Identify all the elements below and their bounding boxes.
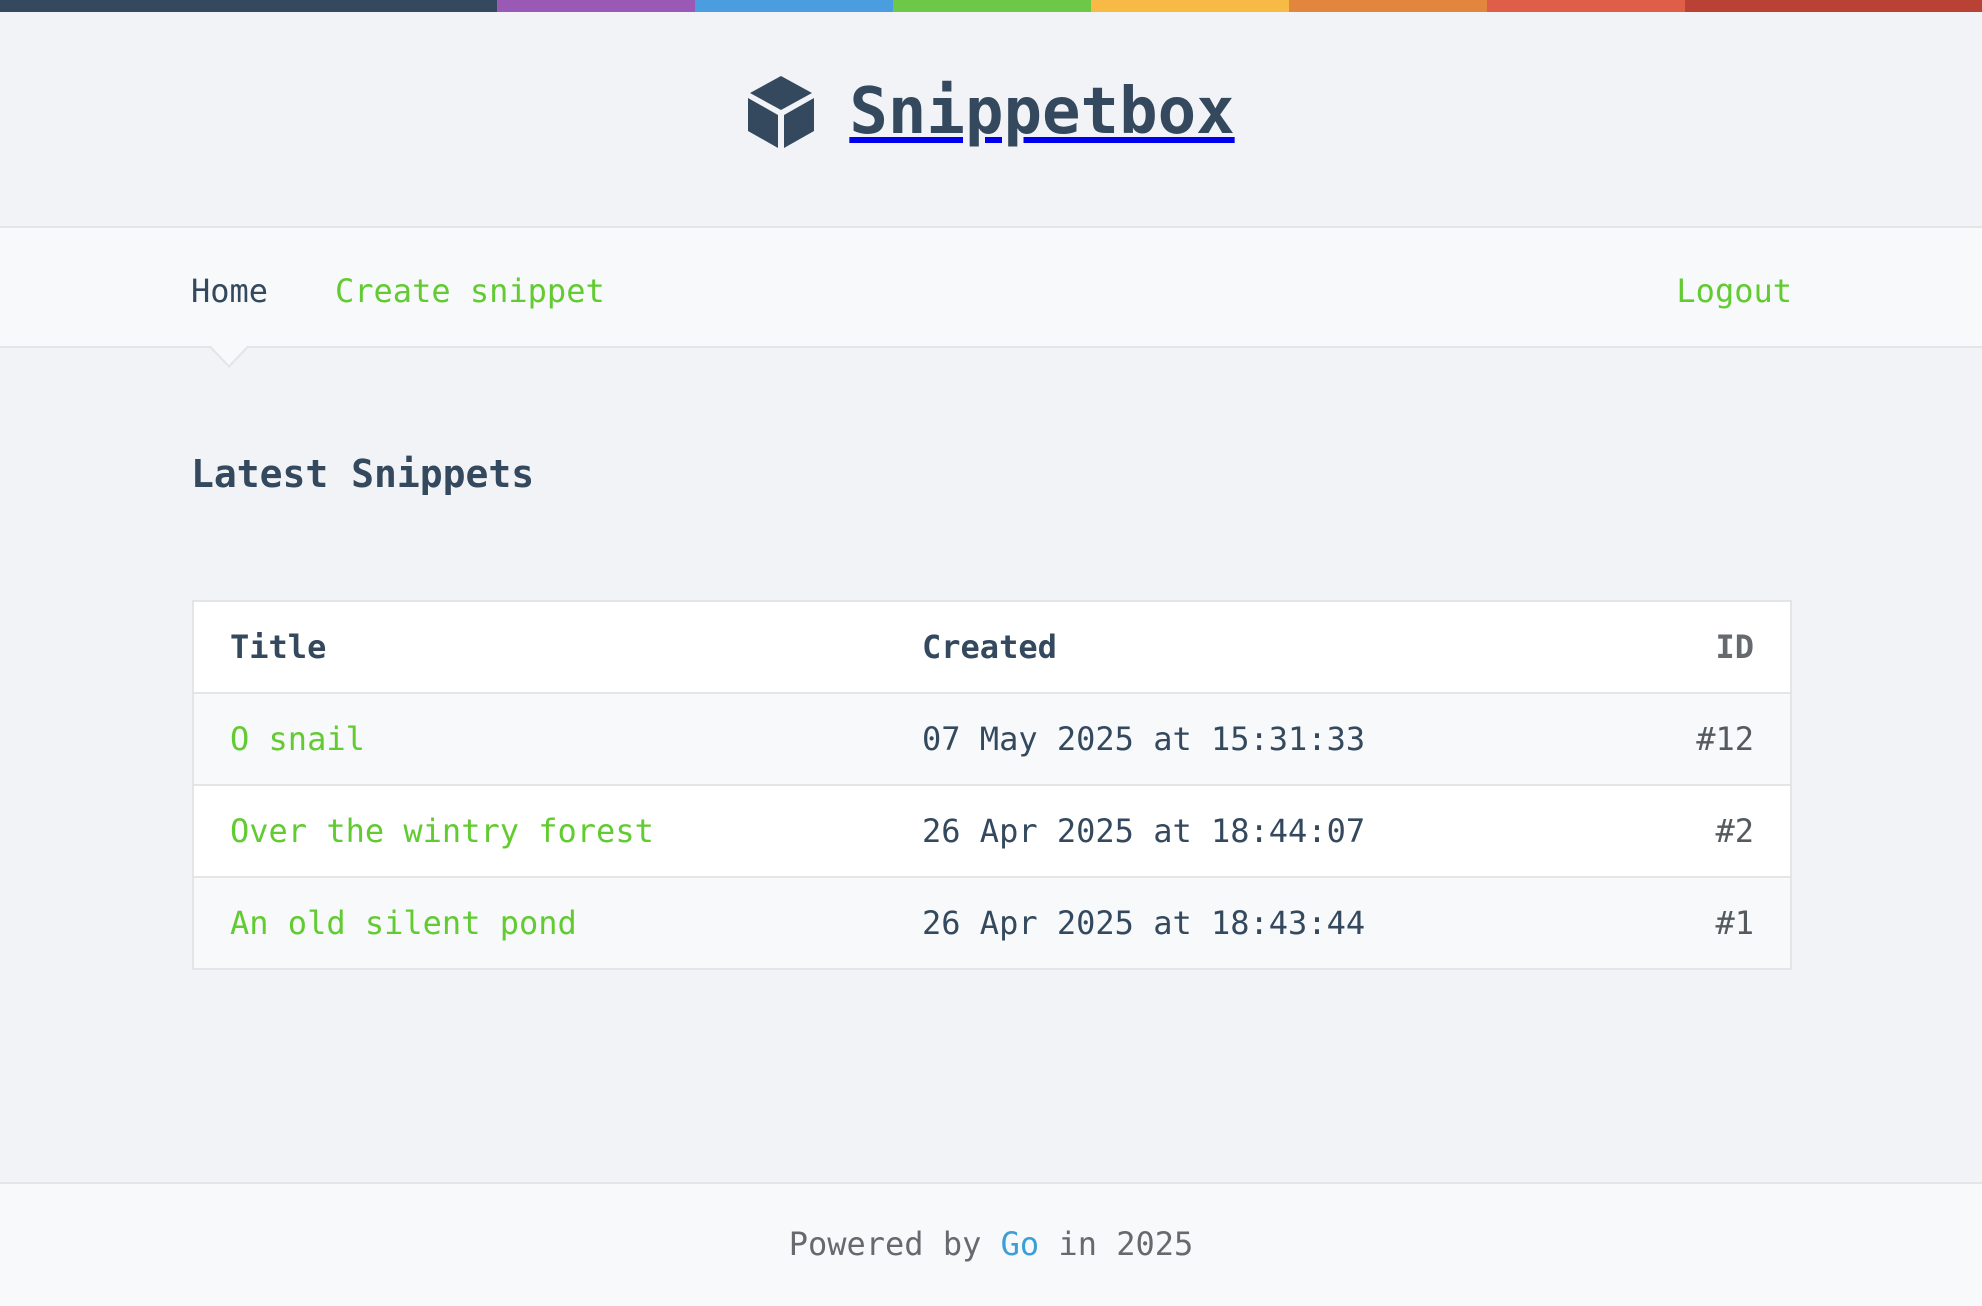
column-header-id: ID xyxy=(1607,600,1791,693)
stripe-segment xyxy=(695,0,893,12)
nav-create-snippet-link[interactable]: Create snippet xyxy=(335,228,605,346)
stripe-segment xyxy=(1487,0,1685,12)
column-header-created: Created xyxy=(886,600,1608,693)
column-header-title: Title xyxy=(193,600,886,693)
site-footer: Powered by Go in 2025 xyxy=(0,1182,1982,1306)
snippet-title-cell: Over the wintry forest xyxy=(193,784,886,877)
snippet-created-cell: 26 Apr 2025 at 18:44:07 xyxy=(886,784,1608,877)
active-nav-indicator xyxy=(208,345,250,368)
table-row: An old silent pond 26 Apr 2025 at 18:43:… xyxy=(193,876,1791,969)
snippet-title-cell: An old silent pond xyxy=(193,876,886,969)
nav-logout-link[interactable]: Logout xyxy=(1676,228,1792,346)
stripe-segment xyxy=(497,0,695,12)
page-title: Latest Snippets xyxy=(191,452,535,496)
footer-prefix: Powered by xyxy=(788,1225,1001,1263)
snippet-link[interactable]: An old silent pond xyxy=(230,904,577,942)
color-stripe xyxy=(0,0,1982,12)
footer-suffix: in 2025 xyxy=(1039,1225,1194,1263)
stripe-segment xyxy=(1091,0,1289,12)
snippet-link[interactable]: O snail xyxy=(230,720,365,758)
main-nav: Home Create snippet Logout xyxy=(0,228,1982,348)
snippet-id-cell: #12 xyxy=(1607,692,1791,785)
site-title: Snippetbox xyxy=(849,75,1235,149)
snippet-id-cell: #2 xyxy=(1607,784,1791,877)
site-header: Snippetbox xyxy=(0,12,1982,228)
snippet-id-cell: #1 xyxy=(1607,876,1791,969)
stripe-segment xyxy=(1685,0,1982,12)
stripe-segment xyxy=(0,0,497,12)
snippets-table: Title Created ID O snail 07 May 2025 at … xyxy=(192,600,1792,970)
table-row: Over the wintry forest 26 Apr 2025 at 18… xyxy=(193,784,1791,877)
snippet-title-cell: O snail xyxy=(193,692,886,785)
footer-go-link[interactable]: Go xyxy=(1001,1225,1040,1263)
snippet-created-cell: 26 Apr 2025 at 18:43:44 xyxy=(886,876,1608,969)
table-row: O snail 07 May 2025 at 15:31:33 #12 xyxy=(193,692,1791,785)
nav-home-link[interactable]: Home xyxy=(191,228,268,346)
stripe-segment xyxy=(1289,0,1487,12)
snippet-created-cell: 07 May 2025 at 15:31:33 xyxy=(886,692,1608,785)
cube-icon xyxy=(748,76,815,148)
snippet-link[interactable]: Over the wintry forest xyxy=(230,812,654,850)
brand-home-link[interactable]: Snippetbox xyxy=(747,74,1235,150)
table-header-row: Title Created ID xyxy=(193,600,1791,693)
stripe-segment xyxy=(893,0,1091,12)
